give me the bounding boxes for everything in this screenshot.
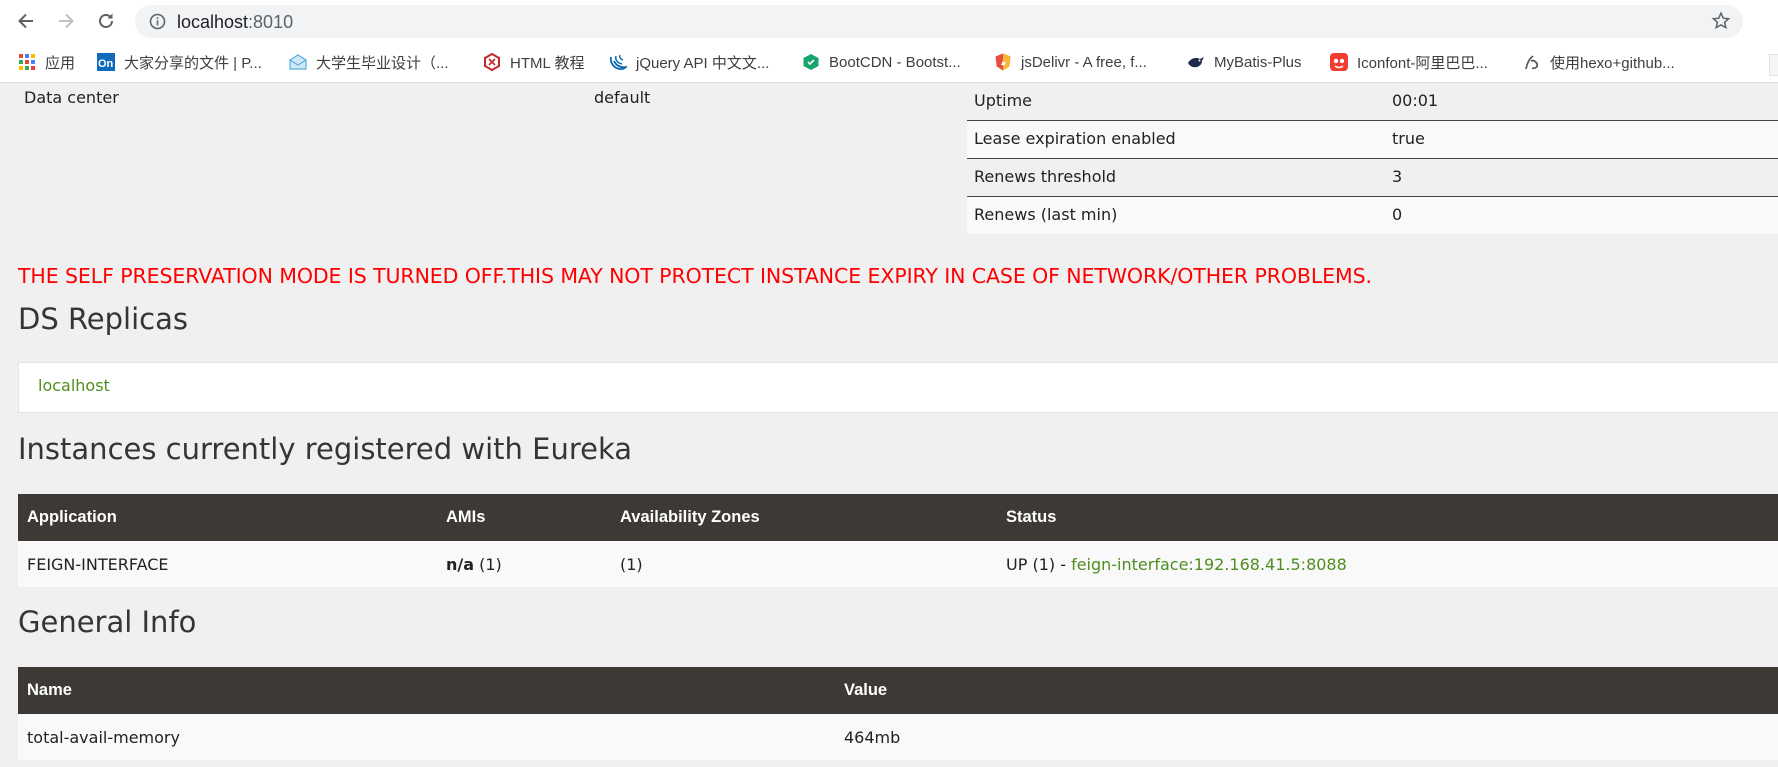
cell-name: total-avail-memory (18, 714, 835, 760)
bookmark-jquery-api[interactable]: jQuery API 中文文... (609, 51, 769, 73)
url-text[interactable]: localhost:8010 (177, 12, 293, 33)
reload-icon (99, 13, 113, 28)
replica-link[interactable]: localhost (38, 376, 110, 395)
table-row: total-avail-memory 464mb (18, 714, 1778, 760)
browser-toolbar: localhost:8010 (0, 0, 1778, 42)
cell-status: UP (1) - feign-interface:192.168.41.5:80… (997, 541, 1778, 587)
column-header-application: Application (18, 494, 437, 541)
bookmark-label: jsDelivr - A free, f... (1021, 53, 1147, 71)
bookmark-label: jQuery API 中文文... (636, 54, 770, 72)
bookmark-label: MyBatis-Plus (1214, 53, 1302, 71)
column-header-zones: Availability Zones (611, 494, 997, 541)
bookmark-hexo-github[interactable]: 使用hexo+github... (1523, 51, 1675, 73)
runoob-icon (484, 53, 500, 71)
column-header-amis: AMIs (437, 494, 611, 541)
hexo-icon (1525, 55, 1539, 70)
bookmarks-bar: 应用 On 大家分享的文件 | P... 大学生毕业设计（... HTML 教程… (0, 42, 1778, 83)
instance-link[interactable]: feign-interface:192.168.41.5:8088 (1071, 555, 1347, 574)
status-row-lease-expiration: Lease expiration enabled true (967, 120, 1778, 158)
data-center-label: Data center (24, 88, 119, 107)
url-host: localhost (177, 12, 249, 32)
instances-title: Instances currently registered with Eure… (18, 432, 633, 466)
cell-application: FEIGN-INTERFACE (18, 541, 437, 587)
jquery-icon (609, 54, 627, 70)
address-bar[interactable]: localhost:8010 (135, 5, 1743, 38)
apps-grid-icon (19, 54, 35, 70)
status-key: Lease expiration enabled (974, 129, 1176, 148)
extension-icon[interactable] (1769, 54, 1778, 76)
general-info-title: General Info (18, 605, 197, 639)
status-value: true (1392, 129, 1425, 148)
status-key: Uptime (974, 91, 1033, 110)
iconfont-icon (1330, 53, 1348, 71)
data-center-value: default (594, 88, 651, 107)
bookmark-label: 应用 (45, 54, 76, 72)
info-icon[interactable] (149, 13, 166, 30)
instances-table: Application AMIs Availability Zones Stat… (18, 494, 1778, 587)
bookmark-graduation-design[interactable]: 大学生毕业设计（... (289, 51, 449, 73)
bookmark-iconfont[interactable]: Iconfont-阿里巴巴... (1330, 51, 1488, 73)
bookmark-apps[interactable]: 应用 (18, 51, 75, 73)
status-value: 00:01 (1392, 91, 1439, 110)
cell-amis: n/a (1) (437, 541, 611, 587)
status-value: 3 (1392, 167, 1403, 186)
cell-value: 464mb (835, 714, 1778, 760)
jsdelivr-shield-icon (995, 53, 1011, 71)
svg-text:On: On (98, 58, 114, 70)
envelope-icon (289, 54, 307, 70)
bookmark-jsdelivr[interactable]: jsDelivr - A free, f... (994, 51, 1147, 73)
self-preservation-warning: THE SELF PRESERVATION MODE IS TURNED OFF… (18, 264, 1372, 288)
bookmark-mybatis-plus[interactable]: MyBatis-Plus (1187, 51, 1302, 73)
bookmark-label: 大学生毕业设计（... (316, 54, 449, 72)
bookmark-label: BootCDN - Bootst... (829, 53, 961, 71)
url-port: :8010 (248, 12, 294, 32)
table-header-row: Name Value (18, 667, 1778, 714)
table-row: FEIGN-INTERFACE n/a (1) (1) UP (1) - fei… (18, 541, 1778, 587)
ds-replicas-list: localhost (18, 362, 1778, 413)
general-info-table: Name Value total-avail-memory 464mb (18, 667, 1778, 760)
status-key: Renews threshold (974, 167, 1117, 186)
eureka-dashboard: Data center default Uptime 00:01 Lease e… (0, 83, 1778, 767)
status-row-uptime: Uptime 00:01 (967, 83, 1778, 120)
column-header-value: Value (835, 667, 1778, 714)
bookmark-label: HTML 教程 (510, 54, 585, 72)
amis-count: (1) (474, 554, 502, 574)
ds-replicas-title: DS Replicas (18, 302, 188, 336)
onedrive-on-icon: On (97, 53, 115, 71)
bird-icon (1188, 57, 1204, 68)
status-value: 0 (1392, 205, 1403, 224)
forward-arrow-icon (59, 13, 74, 29)
status-table: Uptime 00:01 Lease expiration enabled tr… (967, 83, 1778, 234)
column-header-name: Name (18, 667, 835, 714)
bookmark-label: 大家分享的文件 | P... (124, 54, 262, 72)
cell-zones: (1) (611, 541, 997, 587)
status-row-renews-threshold: Renews threshold 3 (967, 158, 1778, 196)
status-prefix: UP (1) - (1006, 554, 1072, 574)
bookmark-shared-files[interactable]: On 大家分享的文件 | P... (97, 51, 262, 73)
bookmark-label: Iconfont-阿里巴巴... (1357, 54, 1488, 72)
back-button[interactable] (14, 9, 38, 33)
column-header-status: Status (997, 494, 1778, 541)
forward-button[interactable] (54, 9, 78, 33)
back-arrow-icon (18, 13, 33, 29)
bookmark-html-tutorial[interactable]: HTML 教程 (483, 51, 584, 73)
status-key: Renews (last min) (974, 205, 1118, 224)
bootcdn-icon (803, 54, 819, 70)
reload-button[interactable] (94, 9, 118, 33)
bookmark-star-icon[interactable] (1711, 11, 1731, 31)
bookmark-label: 使用hexo+github... (1550, 54, 1675, 72)
status-row-renews-last-min: Renews (last min) 0 (967, 196, 1778, 234)
table-header-row: Application AMIs Availability Zones Stat… (18, 494, 1778, 541)
bookmark-bootcdn[interactable]: BootCDN - Bootst... (802, 51, 961, 73)
amis-value: n/a (446, 554, 475, 574)
